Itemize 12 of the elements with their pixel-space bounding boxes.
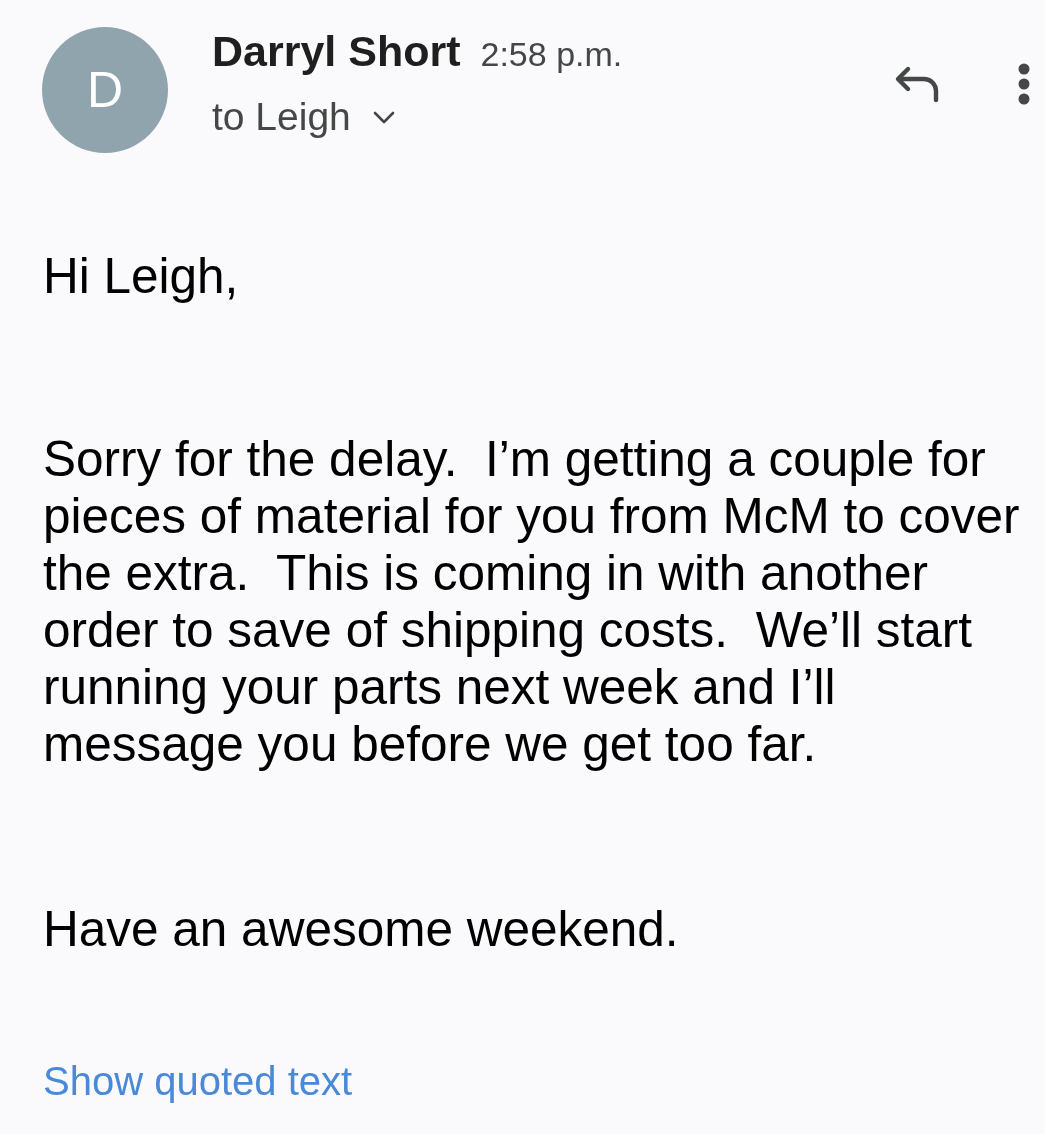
reply-button[interactable] — [894, 65, 940, 103]
avatar: D — [42, 27, 168, 153]
sent-time: 2:58 p.m. — [480, 35, 623, 74]
body-paragraph: Sorry for the delay. I’m getting a couple for pieces of material for you from McM to cover the extra. This is coming in with another order to save of shipping costs. We’ll start running your parts next week and I’ll message you before we get too far. — [43, 430, 1021, 772]
greeting-text: Hi Leigh, — [43, 247, 240, 304]
sender-name: Darryl Short — [212, 27, 461, 75]
chevron-down-icon — [372, 110, 395, 124]
more-button[interactable] — [1018, 63, 1030, 105]
more-options-icon — [1018, 63, 1030, 105]
body-paragraph: Have an awesome weekend. — [43, 900, 680, 957]
reply-icon — [894, 65, 940, 103]
recipients-toggle[interactable]: to Leigh — [212, 95, 395, 139]
